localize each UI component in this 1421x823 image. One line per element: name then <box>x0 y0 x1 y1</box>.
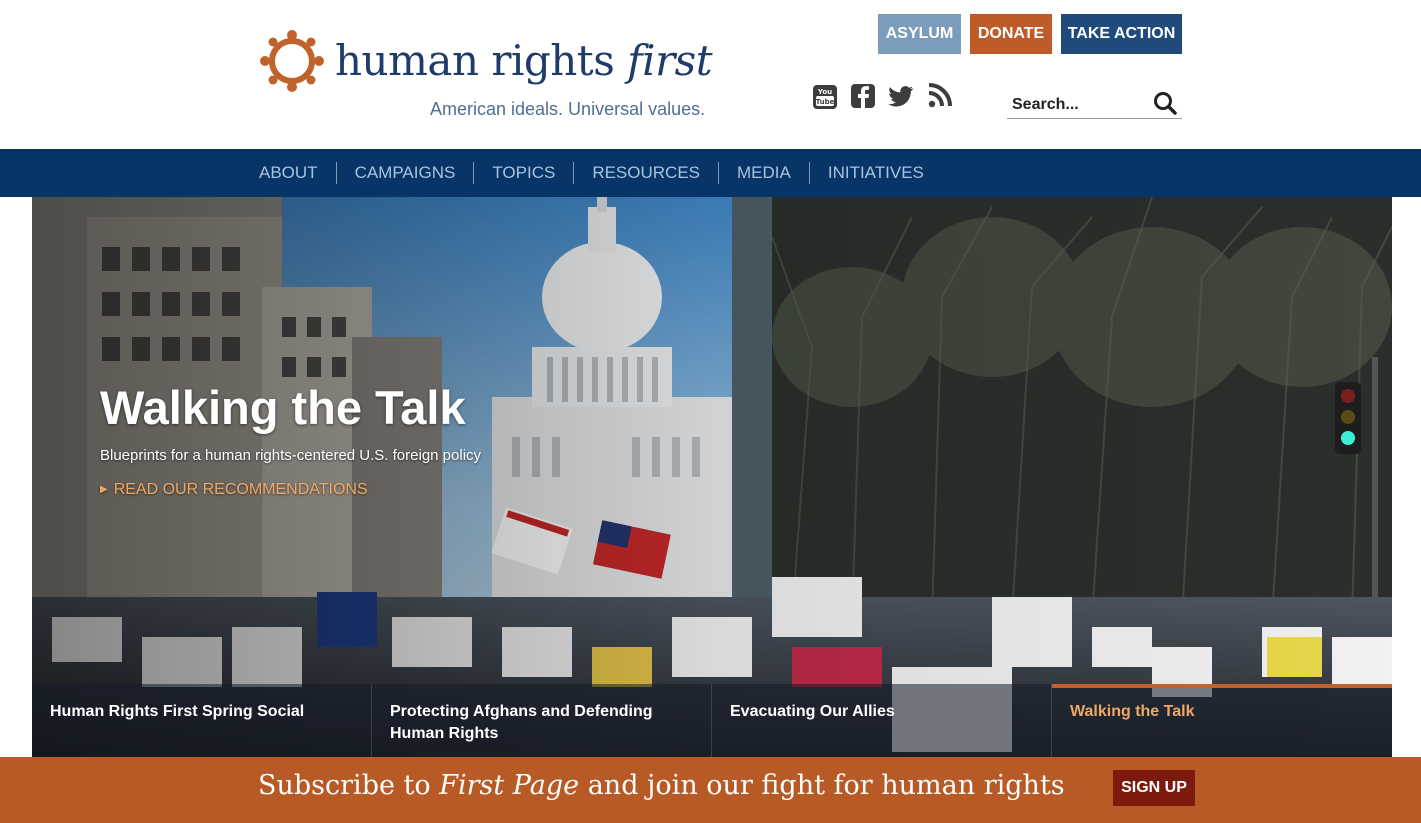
site-header: human rights first American ideals. Univ… <box>0 0 1421 149</box>
search-box <box>1007 88 1182 119</box>
logo-text-main: human rights <box>335 36 628 85</box>
asylum-button[interactable]: ASYLUM <box>878 14 961 54</box>
slide-tab-protecting-afghans[interactable]: Protecting Afghans and Defending Human R… <box>372 684 712 757</box>
nav-item-topics[interactable]: TOPICS <box>474 162 575 184</box>
logo-wordmark[interactable]: human rights first <box>335 36 713 85</box>
hero-carousel: Walking the Talk Blueprints for a human … <box>32 197 1392 757</box>
take-action-button[interactable]: TAKE ACTION <box>1061 14 1182 54</box>
donate-button[interactable]: DONATE <box>970 14 1052 54</box>
search-icon[interactable] <box>1152 90 1178 116</box>
nav-item-media[interactable]: MEDIA <box>719 162 810 184</box>
twitter-icon[interactable] <box>887 82 915 110</box>
subscribe-bar: Subscribe to First Page and join our fig… <box>0 757 1421 823</box>
subscribe-text-after: and join our fight for human rights <box>579 770 1065 801</box>
tagline: American ideals. Universal values. <box>430 99 706 119</box>
logo-text-first: first <box>627 36 713 85</box>
arrow-right-icon: ▶ <box>100 484 108 495</box>
nav-item-resources[interactable]: RESOURCES <box>574 162 719 184</box>
svg-text:Tube: Tube <box>816 98 835 106</box>
nav-item-initiatives[interactable]: INITIATIVES <box>810 162 942 184</box>
subscribe-text-before: Subscribe to <box>258 770 440 801</box>
search-input[interactable] <box>1012 94 1147 116</box>
main-nav: ABOUT CAMPAIGNS TOPICS RESOURCES MEDIA I… <box>0 149 1421 197</box>
subscribe-text-em: First Page <box>439 770 580 801</box>
slide-tab-spring-social[interactable]: Human Rights First Spring Social <box>32 684 372 757</box>
logo-icon[interactable] <box>258 28 326 94</box>
hero-image <box>32 197 1392 757</box>
hero-title: Walking the Talk <box>100 381 466 434</box>
svg-text:You: You <box>817 88 832 96</box>
hero-subtitle: Blueprints for a human rights-centered U… <box>100 447 482 464</box>
facebook-icon[interactable] <box>850 82 876 110</box>
read-recommendations-link[interactable]: ▶ READ OUR RECOMMENDATIONS <box>100 481 368 499</box>
youtube-icon[interactable]: You Tube <box>812 82 838 110</box>
slide-tab-walking-the-talk[interactable]: Walking the Talk <box>1052 684 1392 757</box>
carousel-tabs: Human Rights First Spring Social Protect… <box>32 684 1392 757</box>
nav-item-about[interactable]: ABOUT <box>259 162 337 184</box>
hero-link-label: READ OUR RECOMMENDATIONS <box>113 481 368 498</box>
slide-tab-evacuating-allies[interactable]: Evacuating Our Allies <box>712 684 1052 757</box>
subscribe-text: Subscribe to First Page and join our fig… <box>258 770 1065 801</box>
sign-up-button[interactable]: SIGN UP <box>1113 770 1195 806</box>
nav-item-campaigns[interactable]: CAMPAIGNS <box>337 162 475 184</box>
rss-icon[interactable] <box>927 82 953 110</box>
